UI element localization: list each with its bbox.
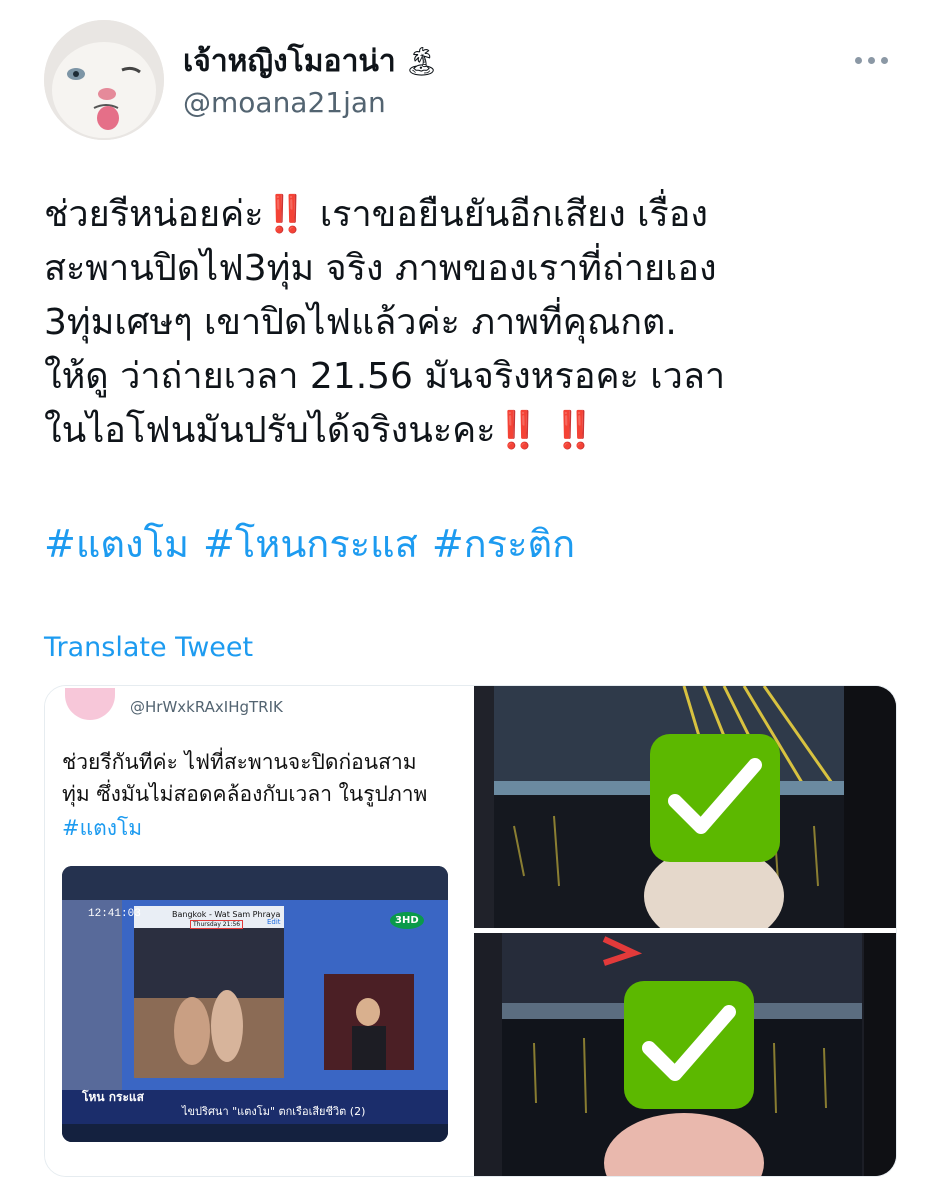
quoted-text: ช่วยรีกันทีค่ะ ไฟที่สะพานจะปิดก่อนสาม ทุ… bbox=[62, 750, 428, 806]
quoted-avatar bbox=[65, 688, 115, 720]
hashtag-link[interactable]: #กระติก bbox=[432, 513, 575, 574]
more-options-icon[interactable] bbox=[855, 50, 891, 70]
hashtag-row: #แตงโม #โหนกระแส #กระติก bbox=[44, 513, 575, 574]
author-handle[interactable]: @moana21jan bbox=[183, 86, 386, 119]
phone-location-label: Bangkok - Wat Sam Phraya bbox=[172, 910, 281, 919]
cat-avatar-icon bbox=[44, 20, 164, 140]
phone-time-label: Thursday 21:56 bbox=[190, 920, 244, 929]
island-emoji-icon: 🏝 bbox=[403, 45, 440, 78]
tv-broadcast-image: 12:41:03 Bangkok - Wat Sam Phraya Thursd… bbox=[62, 866, 448, 1142]
tweet-media-grid[interactable]: @HrWxkRAxIHgTRIK ช่วยรีกันทีค่ะ ไฟที่สะพ… bbox=[44, 685, 897, 1177]
quoted-hashtag: #แตงโม bbox=[62, 816, 143, 840]
check-mark-icon bbox=[650, 734, 780, 862]
hashtag-link[interactable]: #แตงโม bbox=[44, 513, 189, 574]
media-image-quoted-screenshot[interactable]: @HrWxkRAxIHgTRIK ช่วยรีกันทีค่ะ ไฟที่สะพ… bbox=[45, 686, 470, 1176]
quoted-handle: @HrWxkRAxIHgTRIK bbox=[130, 698, 283, 716]
author-avatar[interactable] bbox=[44, 20, 164, 140]
author-display-name[interactable]: เจ้าหญิงโมอาน่า bbox=[183, 38, 396, 85]
translate-tweet-link[interactable]: Translate Tweet bbox=[44, 632, 253, 663]
media-image-bridge-photo-1[interactable] bbox=[474, 686, 896, 928]
tweet-text: ช่วยรีหน่อยค่ะ‼️ เราขอยืนยันอีกเสียง เรื… bbox=[44, 194, 726, 451]
phone-edit-label: Edit bbox=[267, 918, 281, 926]
check-mark-icon bbox=[624, 981, 754, 1109]
news-headline: ไขปริศนา "แตงโม" ตกเรือเสียชีวิต (2) bbox=[182, 1105, 366, 1118]
hashtag-link[interactable]: #โหนกระแส bbox=[203, 513, 418, 574]
tv-clock: 12:41:03 bbox=[88, 908, 141, 920]
author-name-row[interactable]: เจ้าหญิงโมอาน่า 🏝 bbox=[183, 38, 439, 85]
media-image-bridge-photo-2[interactable] bbox=[474, 933, 896, 1176]
channel-logo: 3HD bbox=[390, 912, 424, 929]
show-logo: โหน กระแส bbox=[82, 1090, 144, 1104]
